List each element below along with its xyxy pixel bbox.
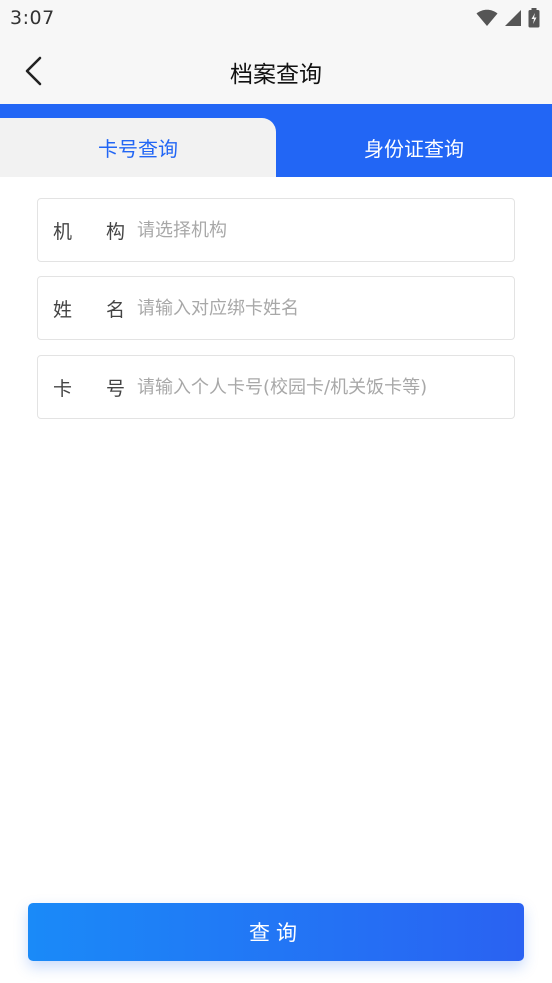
battery-icon — [528, 8, 540, 28]
title-bar: 档案查询 — [0, 38, 552, 104]
tab-id-query[interactable]: 身份证查询 — [276, 118, 552, 177]
card-number-field[interactable]: 卡 号 — [37, 355, 515, 419]
signal-icon — [505, 10, 521, 26]
query-button[interactable]: 查询 — [28, 903, 524, 961]
name-field[interactable]: 姓 名 — [37, 276, 515, 340]
card-number-label: 卡 号 — [53, 377, 125, 400]
status-time: 3:07 — [10, 7, 55, 29]
institution-label: 机 构 — [53, 220, 125, 243]
query-tabs: 卡号查询 身份证查询 — [0, 104, 552, 177]
wifi-icon — [476, 9, 498, 26]
name-label: 姓 名 — [53, 298, 125, 321]
status-bar: 3:07 — [0, 0, 552, 38]
page-title: 档案查询 — [230, 62, 322, 88]
institution-select[interactable] — [137, 199, 514, 261]
name-input[interactable] — [137, 277, 514, 339]
card-number-input[interactable] — [137, 356, 514, 418]
institution-field[interactable]: 机 构 — [37, 198, 515, 262]
tab-card-query[interactable]: 卡号查询 — [0, 118, 276, 177]
status-icons — [476, 8, 540, 28]
